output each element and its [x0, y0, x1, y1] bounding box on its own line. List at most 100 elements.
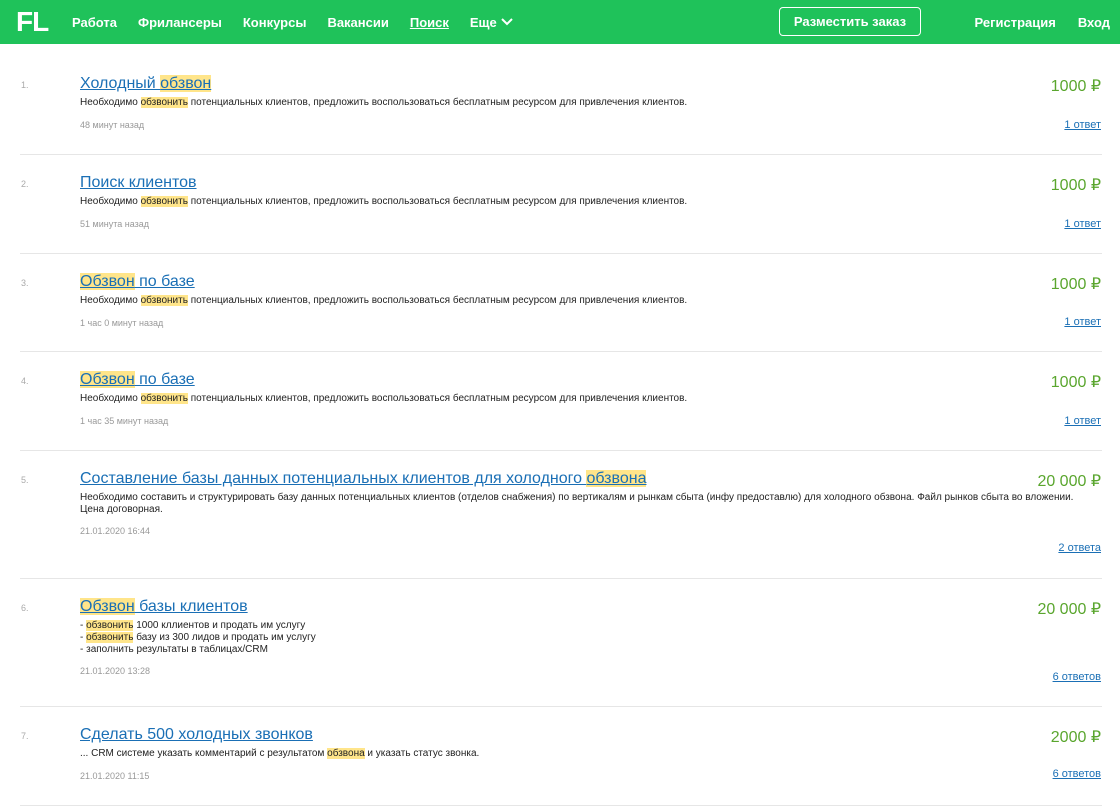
- item-number: 7.: [21, 731, 29, 741]
- project-price: 1000 ₽: [1050, 374, 1101, 391]
- list-item: 4. Обзвон по базе 1000 ₽ Необходимо обзв…: [20, 352, 1102, 451]
- main-nav: Работа Фрилансеры Конкурсы Вакансии Поис…: [72, 0, 534, 44]
- project-time: 21.01.2020 11:15: [80, 771, 150, 781]
- project-time: 51 минута назад: [80, 219, 149, 229]
- answers-link[interactable]: 1 ответ: [1064, 415, 1101, 427]
- answers-link[interactable]: 1 ответ: [1064, 316, 1101, 328]
- answers-link[interactable]: 1 ответ: [1064, 218, 1101, 230]
- fl-logo[interactable]: FL: [16, 7, 49, 37]
- item-number: 4.: [21, 376, 29, 386]
- project-title-link[interactable]: Составление базы данных потенциальных кл…: [80, 470, 647, 488]
- desc-text: потенциальных клиентов, предложить воспо…: [187, 97, 688, 108]
- auth-links: Регистрация Вход: [953, 0, 1110, 44]
- nav-contests[interactable]: Конкурсы: [243, 15, 307, 30]
- desc-line: - заполнить результаты в таблицах/CRM: [80, 644, 1105, 656]
- desc-highlight: обзвонить: [140, 393, 188, 404]
- desc-text: Необходимо: [80, 97, 141, 108]
- list-item: 2. Поиск клиентов 1000 ₽ Необходимо обзв…: [20, 155, 1102, 254]
- title-highlight: Обзвон: [80, 598, 135, 615]
- project-description: Необходимо обзвонить потенциальных клиен…: [80, 97, 1105, 109]
- desc-highlight: обзвонить: [86, 632, 134, 643]
- login-link[interactable]: Вход: [1078, 15, 1110, 30]
- project-title-link[interactable]: Холодный обзвон: [80, 75, 212, 93]
- project-title-link[interactable]: Обзвон базы клиентов: [80, 598, 248, 616]
- project-title-link[interactable]: Поиск клиентов: [80, 174, 197, 192]
- answers-link[interactable]: 1 ответ: [1064, 119, 1101, 131]
- item-number: 3.: [21, 278, 29, 288]
- register-link[interactable]: Регистрация: [975, 15, 1056, 30]
- title-text: базы клиентов: [134, 598, 248, 615]
- project-description: Необходимо обзвонить потенциальных клиен…: [80, 295, 1105, 307]
- desc-highlight: обзвонить: [140, 295, 188, 306]
- desc-highlight: обзвонить: [140, 196, 188, 207]
- desc-highlight: обзвонить: [140, 97, 188, 108]
- project-time: 48 минут назад: [80, 120, 145, 130]
- desc-highlight: обзвонить: [86, 620, 134, 631]
- project-time: 21.01.2020 16:44: [80, 526, 151, 536]
- project-description: Необходимо составить и структурировать б…: [80, 492, 1105, 516]
- desc-line: Цена договорная.: [80, 504, 163, 515]
- desc-text: потенциальных клиентов, предложить воспо…: [187, 393, 688, 404]
- title-highlight: Обзвон: [80, 273, 135, 290]
- project-description: ... CRM системе указать комментарий с ре…: [80, 748, 1105, 760]
- desc-text: 1000 кллиентов и продать им услугу: [133, 620, 306, 631]
- post-order-button[interactable]: Разместить заказ: [779, 7, 921, 36]
- list-item: 6. Обзвон базы клиентов 20 000 ₽ - обзво…: [20, 579, 1102, 707]
- project-price: 20 000 ₽: [1037, 473, 1101, 490]
- project-title-link[interactable]: Обзвон по базе: [80, 273, 195, 291]
- project-time: 21.01.2020 13:28: [80, 666, 151, 676]
- desc-text: и указать статус звонка.: [364, 748, 480, 759]
- title-text: по базе: [134, 273, 195, 290]
- desc-text: потенциальных клиентов, предложить воспо…: [187, 196, 688, 207]
- project-title-link[interactable]: Обзвон по базе: [80, 371, 195, 389]
- desc-text: Необходимо: [80, 295, 141, 306]
- item-number: 5.: [21, 475, 29, 485]
- desc-line: - обзвонить 1000 кллиентов и продать им …: [80, 620, 1105, 632]
- nav-work[interactable]: Работа: [72, 15, 117, 30]
- desc-text: - заполнить результаты в таблицах/CRM: [80, 644, 268, 655]
- project-price: 1000 ₽: [1050, 276, 1101, 293]
- item-number: 2.: [21, 179, 29, 189]
- desc-text: ... CRM системе указать комментарий с ре…: [80, 748, 328, 759]
- desc-highlight: обзвона: [327, 748, 365, 759]
- desc-text: Необходимо: [80, 196, 141, 207]
- project-price: 20 000 ₽: [1037, 601, 1101, 618]
- title-text: по базе: [134, 371, 195, 388]
- nav-search[interactable]: Поиск: [410, 15, 449, 30]
- title-highlight: обзвона: [586, 470, 647, 487]
- project-time: 1 час 35 минут назад: [80, 416, 169, 426]
- desc-text: потенциальных клиентов, предложить воспо…: [187, 295, 688, 306]
- desc-line: Необходимо составить и структурировать б…: [80, 492, 1074, 503]
- answers-link[interactable]: 2 ответа: [1058, 542, 1101, 554]
- list-item: 3. Обзвон по базе 1000 ₽ Необходимо обзв…: [20, 254, 1102, 352]
- top-bar: FL Работа Фрилансеры Конкурсы Вакансии П…: [0, 0, 1120, 44]
- desc-line: - обзвонить базу из 300 лидов и продать …: [80, 632, 1105, 644]
- title-highlight: обзвон: [160, 75, 212, 92]
- item-number: 6.: [21, 603, 29, 613]
- title-text: Составление базы данных потенциальных кл…: [80, 470, 587, 487]
- answers-link[interactable]: 6 ответов: [1053, 768, 1101, 780]
- project-description: - обзвонить 1000 кллиентов и продать им …: [80, 620, 1105, 656]
- project-time: 1 час 0 минут назад: [80, 318, 164, 328]
- nav-vacancies[interactable]: Вакансии: [327, 15, 388, 30]
- nav-more[interactable]: Еще: [470, 15, 513, 30]
- project-price: 2000 ₽: [1050, 729, 1101, 746]
- project-description: Необходимо обзвонить потенциальных клиен…: [80, 196, 1105, 208]
- project-price: 1000 ₽: [1050, 78, 1101, 95]
- chevron-down-icon: [501, 18, 513, 26]
- nav-more-label: Еще: [469, 14, 497, 30]
- project-description: Необходимо обзвонить потенциальных клиен…: [80, 393, 1105, 405]
- list-item: 5. Составление базы данных потенциальных…: [20, 451, 1102, 579]
- list-item: 1. Холодный обзвон 1000 ₽ Необходимо обз…: [20, 56, 1102, 155]
- title-highlight: Обзвон: [80, 371, 135, 388]
- nav-freelancers[interactable]: Фрилансеры: [138, 15, 222, 30]
- desc-text: Необходимо: [80, 393, 141, 404]
- project-title-link[interactable]: Сделать 500 холодных звонков: [80, 726, 313, 744]
- desc-text: базу из 300 лидов и продать им услугу: [133, 632, 316, 643]
- project-price: 1000 ₽: [1050, 177, 1101, 194]
- title-text: Холодный: [80, 75, 161, 92]
- list-item: 7. Сделать 500 холодных звонков 2000 ₽ .…: [20, 707, 1102, 806]
- answers-link[interactable]: 6 ответов: [1053, 671, 1101, 683]
- project-list: 1. Холодный обзвон 1000 ₽ Необходимо обз…: [0, 56, 1120, 806]
- item-number: 1.: [21, 80, 29, 90]
